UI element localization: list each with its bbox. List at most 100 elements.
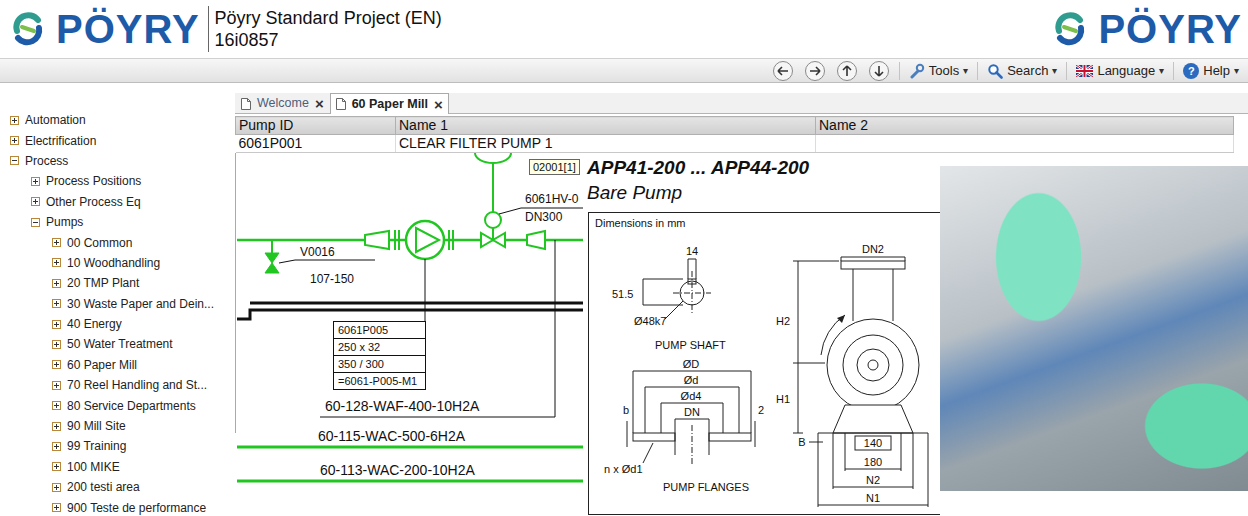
menu-label[interactable]: Help (1203, 61, 1230, 81)
expand-icon[interactable] (31, 197, 40, 206)
caret-icon[interactable]: ▾ (1159, 63, 1164, 78)
caret-icon[interactable]: ▾ (1052, 63, 1057, 78)
toolbar-menu[interactable]: ?Help ▾ (1178, 61, 1244, 81)
table-cell[interactable]: CLEAR FILTER PUMP 1 (396, 135, 816, 153)
expand-icon[interactable] (52, 483, 61, 492)
expand-icon[interactable] (52, 381, 61, 390)
column-header[interactable]: Name 2 (816, 117, 1234, 135)
document-icon[interactable] (336, 98, 346, 110)
item-label[interactable]: Process Positions (46, 172, 141, 190)
company-logo[interactable]: PÖYRY (1050, 9, 1242, 49)
expand-icon[interactable] (52, 238, 61, 247)
tab-label[interactable]: Welcome (257, 94, 309, 113)
sidebar-item[interactable]: 00 Common (0, 232, 235, 252)
nav-button[interactable] (772, 60, 794, 82)
item-label[interactable]: 10 Woodhandling (67, 254, 160, 272)
document-icon[interactable] (241, 98, 251, 110)
item-label[interactable]: 40 Energy (67, 315, 122, 333)
nav-button[interactable] (868, 60, 890, 82)
sidebar-item[interactable]: Other Process Eq (0, 192, 235, 212)
item-label[interactable]: 80 Service Departments (67, 397, 196, 415)
item-label[interactable]: 200 testi area (67, 478, 140, 496)
item-label[interactable]: 100 MIKE (67, 458, 120, 476)
back-arrow-icon[interactable] (772, 60, 794, 82)
expand-icon[interactable] (52, 503, 61, 512)
expand-icon[interactable] (10, 136, 19, 145)
sidebar-item[interactable]: 20 TMP Plant (0, 273, 235, 293)
item-label[interactable]: 90 Mill Site (67, 417, 126, 435)
table-cell[interactable]: 6061P001 (236, 135, 396, 153)
column-header[interactable]: Name 1 (396, 117, 816, 135)
expand-icon[interactable] (10, 116, 19, 125)
toolbar-menu[interactable]: Language ▾ (1071, 61, 1169, 81)
sidebar-item[interactable]: 80 Service Departments (0, 395, 235, 415)
home-logo[interactable]: PÖYRY (8, 9, 200, 49)
expand-icon[interactable] (52, 401, 61, 410)
item-label[interactable]: Automation (25, 111, 86, 129)
toolbar-menu[interactable]: Search ▾ (982, 61, 1062, 81)
expand-icon[interactable] (52, 422, 61, 431)
expand-icon[interactable] (31, 177, 40, 186)
help-icon[interactable]: ? (1183, 63, 1199, 79)
item-label[interactable]: Electrification (25, 132, 96, 150)
up-arrow-icon[interactable] (836, 60, 858, 82)
wrench-icon[interactable] (909, 63, 925, 79)
collapse-icon[interactable] (10, 156, 19, 165)
item-label[interactable]: Process (25, 152, 68, 170)
magnifier-icon[interactable] (987, 63, 1003, 79)
sidebar-item[interactable]: 99 Training (0, 436, 235, 456)
expand-icon[interactable] (52, 320, 61, 329)
item-label[interactable]: 50 Water Treatment (67, 335, 173, 353)
sidebar-item[interactable]: 200 testi area (0, 477, 235, 497)
item-label[interactable]: 30 Waste Paper and Dein... (67, 295, 214, 313)
close-tab-button[interactable]: × (315, 96, 324, 111)
sidebar-item[interactable]: 900 Teste de performance (0, 497, 235, 516)
tab[interactable]: Welcome × (235, 93, 330, 113)
sidebar-item[interactable]: Electrification (0, 130, 235, 150)
sidebar-item[interactable]: Pumps (0, 212, 235, 232)
sidebar-item[interactable]: 100 MIKE (0, 457, 235, 477)
sidebar-item[interactable]: Automation (0, 110, 235, 130)
uk-flag-icon[interactable] (1076, 65, 1093, 77)
menu-label[interactable]: Search (1007, 61, 1048, 81)
expand-icon[interactable] (52, 340, 61, 349)
item-label[interactable]: 60 Paper Mill (67, 356, 137, 374)
expand-icon[interactable] (52, 279, 61, 288)
close-tab-button[interactable]: × (434, 97, 443, 112)
expand-icon[interactable] (52, 258, 61, 267)
collapse-icon[interactable] (31, 218, 40, 227)
sidebar-item[interactable]: 50 Water Treatment (0, 334, 235, 354)
expand-icon[interactable] (52, 462, 61, 471)
caret-icon[interactable]: ▾ (963, 63, 968, 78)
forward-arrow-icon[interactable] (804, 60, 826, 82)
item-label[interactable]: Other Process Eq (46, 193, 141, 211)
sidebar-item[interactable]: 40 Energy (0, 314, 235, 334)
menu-label[interactable]: Language (1097, 61, 1155, 81)
sidebar-item[interactable]: 70 Reel Handling and St... (0, 375, 235, 395)
sidebar-item[interactable]: 60 Paper Mill (0, 355, 235, 375)
item-label[interactable]: 20 TMP Plant (67, 274, 139, 292)
item-label[interactable]: 900 Teste de performance (67, 499, 206, 516)
nav-button[interactable] (836, 60, 858, 82)
item-label[interactable]: 00 Common (67, 234, 132, 252)
column-header[interactable]: Pump ID (236, 117, 396, 135)
item-label[interactable]: 70 Reel Handling and St... (67, 376, 207, 394)
expand-icon[interactable] (52, 299, 61, 308)
sidebar-item[interactable]: 30 Waste Paper and Dein... (0, 294, 235, 314)
item-label[interactable]: 99 Training (67, 437, 126, 455)
expand-icon[interactable] (52, 360, 61, 369)
toolbar-menu[interactable]: Tools ▾ (904, 61, 973, 81)
tab[interactable]: 60 Paper Mill × (330, 93, 449, 114)
sidebar-item[interactable]: 10 Woodhandling (0, 253, 235, 273)
sidebar-item[interactable]: 90 Mill Site (0, 416, 235, 436)
down-arrow-icon[interactable] (868, 60, 890, 82)
sidebar-item[interactable]: Process Positions (0, 171, 235, 191)
table-row[interactable]: 6061P001CLEAR FILTER PUMP 1 (236, 135, 1234, 153)
tab-label[interactable]: 60 Paper Mill (352, 95, 428, 114)
expand-icon[interactable] (52, 442, 61, 451)
table-cell[interactable] (816, 135, 1234, 153)
item-label[interactable]: Pumps (46, 213, 83, 231)
menu-label[interactable]: Tools (929, 61, 959, 81)
caret-icon[interactable]: ▾ (1234, 63, 1239, 78)
nav-button[interactable] (804, 60, 826, 82)
